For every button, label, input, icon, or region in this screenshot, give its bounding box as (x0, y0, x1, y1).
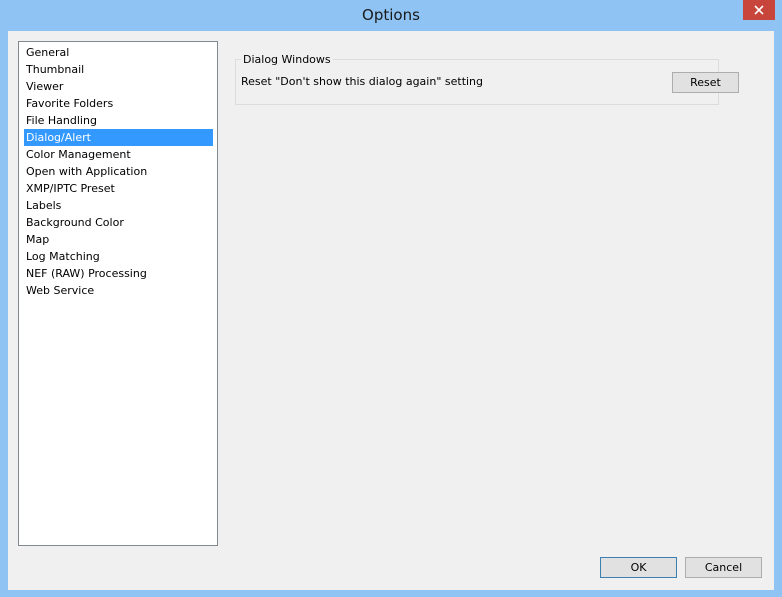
list-item-color-management[interactable]: Color Management (24, 146, 213, 163)
dialog-body: General Thumbnail Viewer Favorite Folder… (8, 31, 774, 590)
list-item-open-with-application[interactable]: Open with Application (24, 163, 213, 180)
cancel-button[interactable]: Cancel (685, 557, 762, 578)
dialog-windows-group-title: Dialog Windows (241, 53, 333, 66)
reset-button[interactable]: Reset (672, 72, 739, 93)
list-item-web-service[interactable]: Web Service (24, 282, 213, 299)
list-item-xmp-iptc-preset[interactable]: XMP/IPTC Preset (24, 180, 213, 197)
list-item-nef-raw-processing[interactable]: NEF (RAW) Processing (24, 265, 213, 282)
list-item-file-handling[interactable]: File Handling (24, 112, 213, 129)
close-icon (754, 5, 764, 15)
list-item-viewer[interactable]: Viewer (24, 78, 213, 95)
list-item-log-matching[interactable]: Log Matching (24, 248, 213, 265)
reset-setting-label: Reset "Don't show this dialog again" set… (241, 75, 484, 88)
title-bar[interactable]: Options (0, 0, 782, 31)
ok-button[interactable]: OK (600, 557, 677, 578)
list-item-favorite-folders[interactable]: Favorite Folders (24, 95, 213, 112)
list-item-dialog-alert[interactable]: Dialog/Alert (24, 129, 213, 146)
category-list[interactable]: General Thumbnail Viewer Favorite Folder… (18, 41, 218, 546)
list-item-labels[interactable]: Labels (24, 197, 213, 214)
list-item-background-color[interactable]: Background Color (24, 214, 213, 231)
list-item-general[interactable]: General (24, 44, 213, 61)
close-button[interactable] (743, 0, 775, 20)
options-window: Options General Thumbnail Viewer Favorit… (0, 0, 782, 597)
list-item-thumbnail[interactable]: Thumbnail (24, 61, 213, 78)
list-item-map[interactable]: Map (24, 231, 213, 248)
window-title: Options (362, 6, 420, 24)
